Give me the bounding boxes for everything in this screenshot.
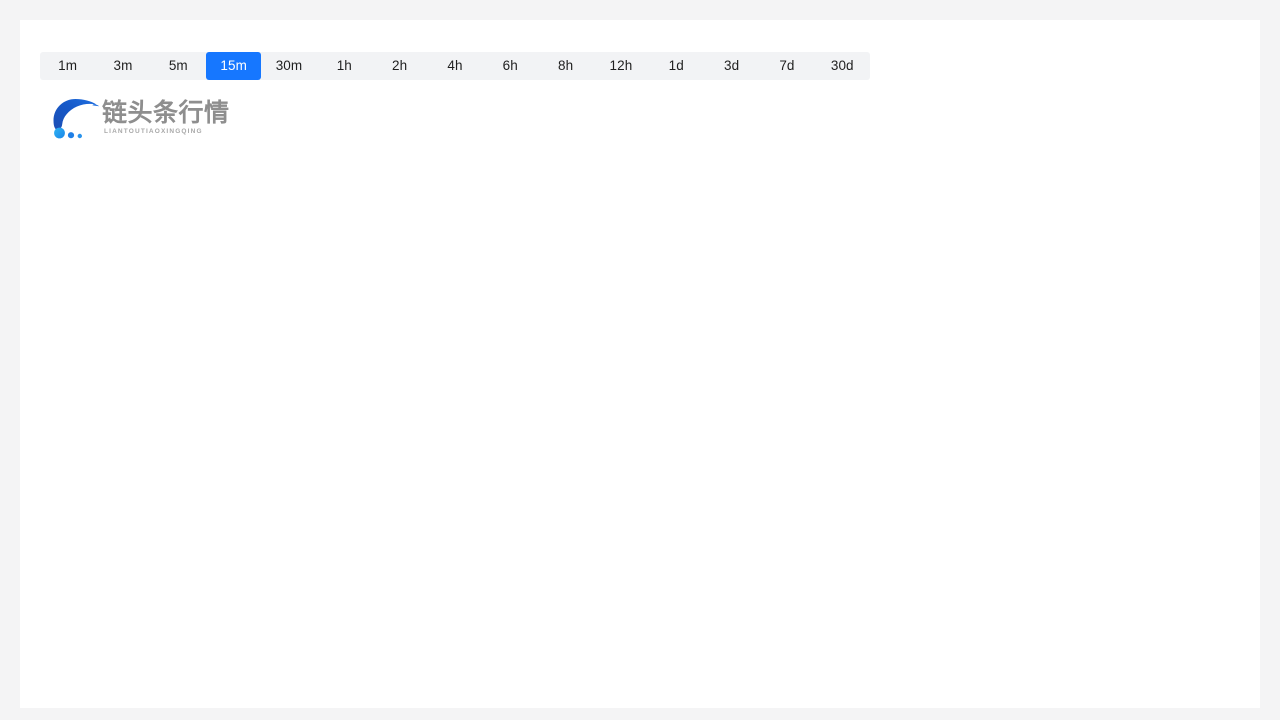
timeframe-tab-12h[interactable]: 12h	[593, 52, 648, 80]
timeframe-tab-30d[interactable]: 30d	[815, 52, 870, 80]
timeframe-tab-1m[interactable]: 1m	[40, 52, 95, 80]
timeframe-tab-7d[interactable]: 7d	[759, 52, 814, 80]
timeframe-tab-3m[interactable]: 3m	[95, 52, 150, 80]
timeframe-tab-3d[interactable]: 3d	[704, 52, 759, 80]
liantoutiao-swoosh-logo-icon	[50, 95, 100, 140]
brand-name-cn: 链头条行情	[102, 97, 230, 127]
timeframe-tab-8h[interactable]: 8h	[538, 52, 593, 80]
timeframe-tab-1d[interactable]: 1d	[649, 52, 704, 80]
brand-name-pinyin: LIANTOUTIAOXINGQING	[104, 127, 203, 135]
timeframe-tab-30m[interactable]: 30m	[261, 52, 316, 80]
price-chart-canvas[interactable]	[40, 145, 1240, 690]
timeframe-tab-2h[interactable]: 2h	[372, 52, 427, 80]
timeframe-tab-4h[interactable]: 4h	[427, 52, 482, 80]
timeframe-tab-1h[interactable]: 1h	[317, 52, 372, 80]
timeframe-tab-15m[interactable]: 15m	[205, 52, 262, 80]
page-card: 1m 3m 5m 15m 30m 1h 2h 4h 6h 8h 12h 1d 3d 7d 30d	[20, 20, 1260, 708]
timeframe-selector[interactable]: 1m 3m 5m 15m 30m 1h 2h 4h 6h 8h 12h 1d 3d 7d 30d	[40, 52, 870, 80]
chart-area[interactable]	[40, 145, 1240, 690]
brand-wordmark: 链头条行情 LIANTOUTIAOXINGQING	[102, 95, 230, 140]
timeframe-tab-6h[interactable]: 6h	[483, 52, 538, 80]
timeframe-tab-5m[interactable]: 5m	[151, 52, 206, 80]
brand-logo: 链头条行情 LIANTOUTIAOXINGQING	[50, 93, 230, 141]
